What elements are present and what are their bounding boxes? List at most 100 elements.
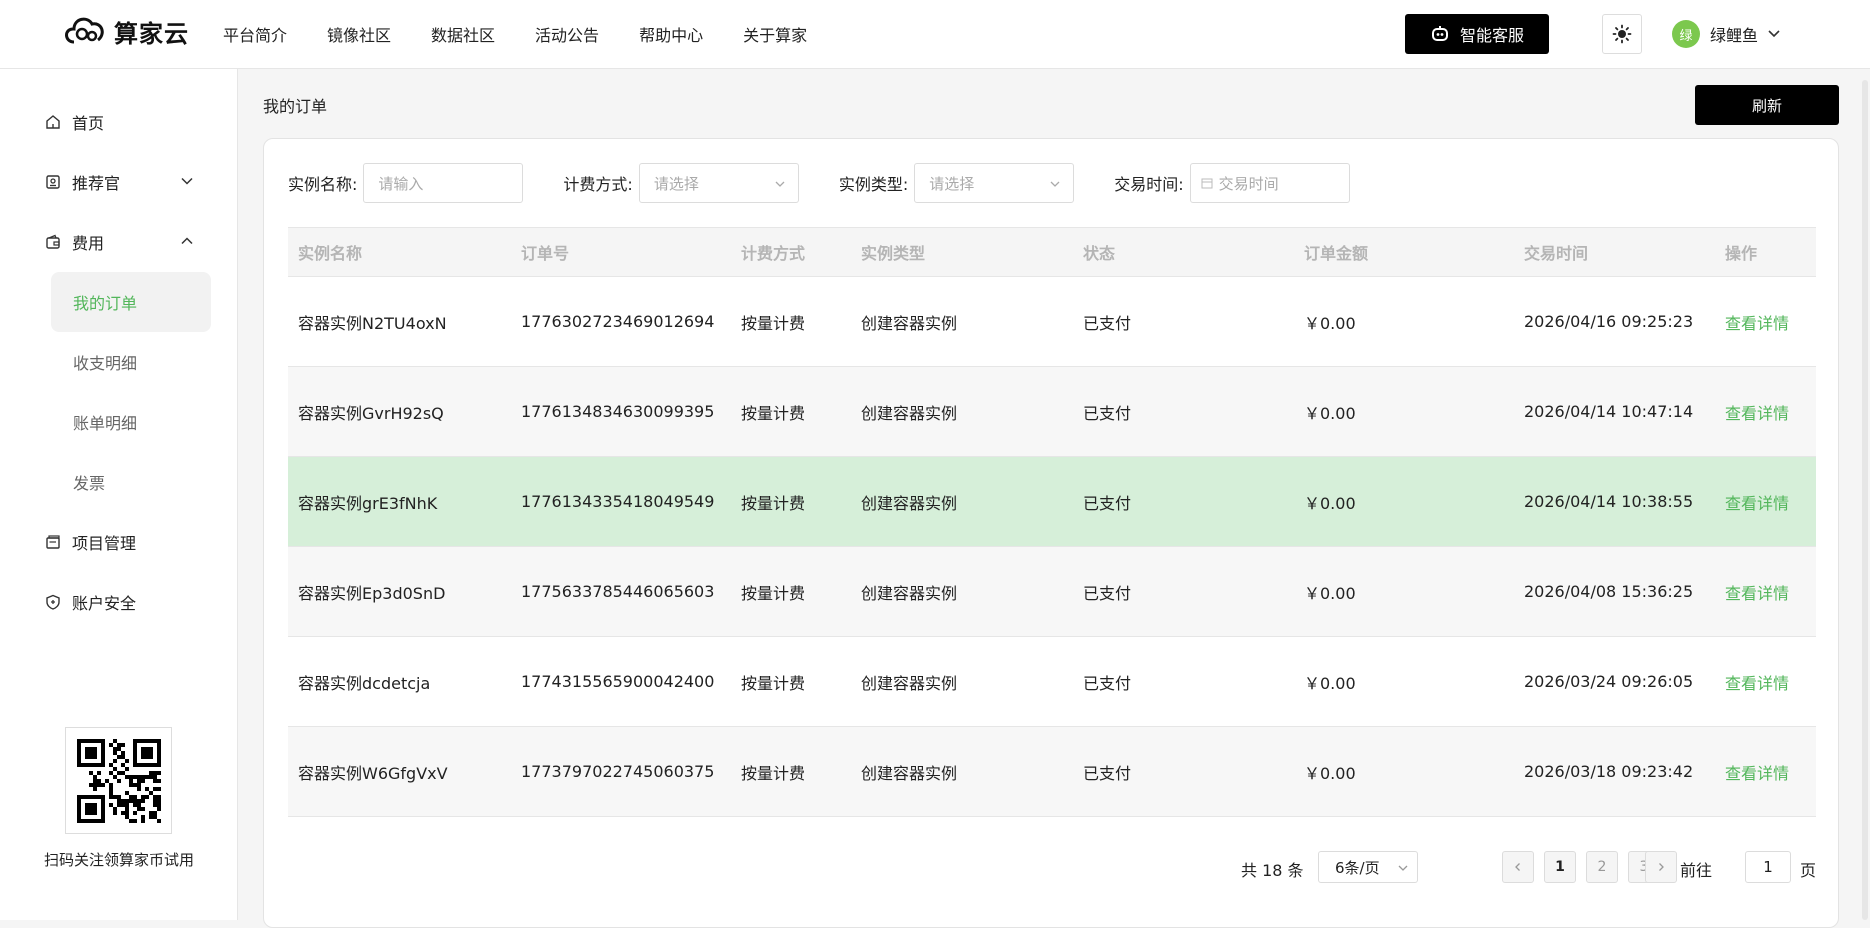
cell-instance-name: 容器实例GvrH92sQ — [298, 403, 444, 423]
cell-type: 创建容器实例 — [861, 493, 958, 513]
cell-amount: ￥0.00 — [1304, 763, 1356, 783]
cell-instance-name: 容器实例Ep3d0SnD — [298, 583, 446, 603]
select-placeholder: 请选择 — [653, 174, 699, 193]
filter-label: 实例名称: — [288, 175, 358, 194]
column-header: 实例名称 — [298, 244, 363, 263]
select-placeholder: 请选择 — [929, 174, 975, 193]
cell-amount: ￥0.00 — [1304, 313, 1356, 333]
sidebar-item-recommender[interactable]: 推荐官 — [44, 162, 204, 202]
view-details-link[interactable]: 查看详情 — [1715, 670, 1816, 694]
cell-billing: 按量计费 — [741, 673, 806, 693]
cell-time: 2026/03/18 09:23:42 — [1524, 762, 1694, 781]
filter-instance-type: 实例类型: 请选择 — [838, 163, 1075, 203]
sidebar-item-projects[interactable]: 项目管理 — [44, 522, 204, 562]
cell-time: 2026/03/24 09:26:05 — [1524, 672, 1694, 691]
filter-label: 交易时间: — [1114, 175, 1184, 194]
sidebar-subitem-bills[interactable]: 账单明细 — [51, 392, 211, 452]
table-row[interactable]: 容器实例dcdetcja 1774315565900042400 按量计费 创建… — [288, 637, 1816, 727]
badge-icon — [44, 173, 62, 191]
column-header: 订单号 — [521, 244, 570, 263]
instance-name-input[interactable]: 请输入 — [363, 163, 524, 203]
view-details-link[interactable]: 查看详情 — [1715, 580, 1816, 604]
qr-caption: 扫码关注领算家币试用 — [43, 851, 194, 869]
qr-code-icon — [76, 738, 161, 823]
nav-help-center[interactable]: 帮助中心 — [639, 22, 703, 46]
sidebar-subitem-transactions[interactable]: 收支明细 — [51, 332, 211, 392]
chevron-down-icon — [1768, 30, 1780, 38]
refresh-button[interactable]: 刷新 — [1695, 85, 1839, 125]
page-button-1[interactable]: 1 — [1544, 851, 1576, 883]
table-row[interactable]: 容器实例grE3fNhK 1776134335418049549 按量计费 创建… — [288, 457, 1816, 547]
cell-amount: ￥0.00 — [1304, 673, 1356, 693]
billing-select[interactable]: 请选择 — [638, 163, 799, 203]
nav-image-community[interactable]: 镜像社区 — [327, 22, 391, 46]
view-details-link[interactable]: 查看详情 — [1715, 760, 1816, 784]
filter-label: 实例类型: — [838, 175, 909, 194]
top-nav: 平台简介 镜像社区 数据社区 活动公告 帮助中心 关于算家 — [223, 0, 847, 68]
chevron-down-icon — [775, 181, 785, 187]
table-row[interactable]: 容器实例GvrH92sQ 1776134834630099395 按量计费 创建… — [288, 367, 1816, 457]
cell-amount: ￥0.00 — [1304, 493, 1356, 513]
sidebar-item-fees[interactable]: 费用 — [44, 222, 204, 262]
cell-order-id: 1775633785446065603 — [521, 582, 715, 601]
next-page-button[interactable] — [1645, 851, 1677, 883]
cell-instance-name: 容器实例W6GfgVxV — [298, 763, 448, 783]
cell-order-id: 1776302723469012694 — [521, 312, 715, 331]
cell-time: 2026/04/16 09:25:23 — [1524, 312, 1694, 331]
user-menu[interactable]: 绿 绿鲤鱼 — [1672, 20, 1780, 48]
cell-instance-name: 容器实例N2TU4oxN — [298, 313, 447, 333]
orders-card: 实例名称: 请输入 计费方式: 请选择 实例类型: 请选择 交易时间: 交易时间… — [263, 138, 1839, 928]
smart-support-button[interactable]: 智能客服 — [1405, 14, 1549, 54]
goto-page-input[interactable]: 1 — [1745, 851, 1791, 883]
cell-status: 已支付 — [1083, 493, 1132, 513]
cell-time: 2026/04/08 15:36:25 — [1524, 582, 1694, 601]
filter-bar: 实例名称: 请输入 计费方式: 请选择 实例类型: 请选择 交易时间: 交易时间 — [288, 163, 1390, 203]
main-content: 我的订单 刷新 实例名称: 请输入 计费方式: 请选择 实例类型: 请选择 交易… — [239, 69, 1870, 928]
column-header: 实例类型 — [861, 244, 926, 263]
cell-type: 创建容器实例 — [861, 673, 958, 693]
cell-status: 已支付 — [1083, 403, 1132, 423]
nav-about[interactable]: 关于算家 — [743, 22, 807, 46]
table-row[interactable]: 容器实例W6GfgVxV 1773797022745060375 按量计费 创建… — [288, 727, 1816, 817]
shield-icon — [44, 593, 62, 611]
view-details-link[interactable]: 查看详情 — [1715, 310, 1816, 334]
page-button-2[interactable]: 2 — [1586, 851, 1618, 883]
sidebar-item-label: 项目管理 — [72, 534, 137, 553]
nav-announcements[interactable]: 活动公告 — [535, 22, 599, 46]
cell-amount: ￥0.00 — [1304, 583, 1356, 603]
brand-logo[interactable]: 算家云 — [62, 12, 189, 50]
sidebar-item-label: 账户安全 — [72, 594, 137, 613]
sidebar-subitem-my-orders[interactable]: 我的订单 — [51, 272, 211, 332]
smart-support-label: 智能客服 — [1459, 26, 1524, 45]
cell-amount: ￥0.00 — [1304, 403, 1356, 423]
instance-type-select[interactable]: 请选择 — [914, 163, 1075, 203]
view-details-link[interactable]: 查看详情 — [1715, 400, 1816, 424]
trade-time-picker[interactable]: 交易时间 — [1189, 163, 1350, 203]
page-size-value: 6条/页 — [1335, 858, 1380, 877]
column-header: 订单金额 — [1304, 244, 1369, 263]
page-size-select[interactable]: 6条/页 — [1318, 851, 1418, 883]
cell-billing: 按量计费 — [741, 763, 806, 783]
cell-order-id: 1776134335418049549 — [521, 492, 715, 511]
calendar-icon — [1201, 178, 1213, 189]
cell-type: 创建容器实例 — [861, 583, 958, 603]
home-icon — [44, 113, 62, 131]
table-row[interactable]: 容器实例Ep3d0SnD 1775633785446065603 按量计费 创建… — [288, 547, 1816, 637]
prev-page-button[interactable] — [1502, 851, 1534, 883]
cell-billing: 按量计费 — [741, 583, 806, 603]
cell-time: 2026/04/14 10:38:55 — [1524, 492, 1694, 511]
total-count: 共 18 条 — [1241, 861, 1304, 880]
nav-platform-intro[interactable]: 平台简介 — [223, 22, 287, 46]
sidebar-subitem-invoice[interactable]: 发票 — [51, 452, 211, 512]
sidebar-item-label: 首页 — [72, 114, 105, 133]
page-scrollbar[interactable] — [1862, 80, 1868, 920]
sidebar-item-label: 费用 — [72, 234, 105, 253]
table-row[interactable]: 容器实例N2TU4oxN 1776302723469012694 按量计费 创建… — [288, 277, 1816, 367]
sidebar-item-home[interactable]: 首页 — [44, 102, 204, 142]
column-header: 操作 — [1725, 244, 1758, 263]
theme-toggle-button[interactable] — [1602, 14, 1642, 54]
view-details-link[interactable]: 查看详情 — [1715, 490, 1816, 514]
logo-icon — [65, 17, 104, 44]
nav-data-community[interactable]: 数据社区 — [431, 22, 495, 46]
sidebar-item-security[interactable]: 账户安全 — [44, 582, 204, 622]
